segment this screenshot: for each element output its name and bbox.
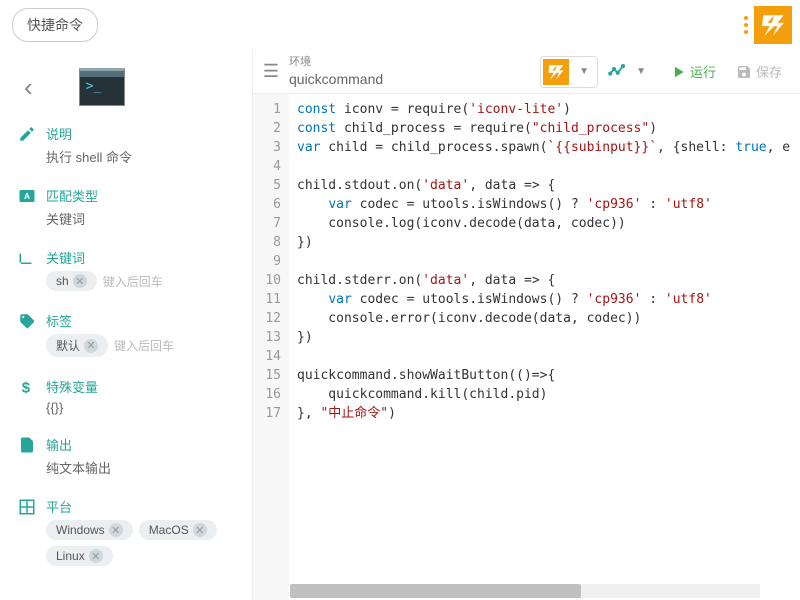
svg-text:A: A bbox=[24, 192, 30, 201]
section-title: 特殊变量 bbox=[46, 377, 98, 396]
ruler-icon bbox=[18, 249, 36, 267]
menu-icon[interactable]: ☰ bbox=[253, 61, 289, 82]
run-label: 运行 bbox=[690, 62, 716, 81]
env-name: quickcommand bbox=[289, 70, 383, 88]
chart-button[interactable]: ▼ bbox=[598, 63, 662, 81]
remove-tag-icon[interactable]: ✕ bbox=[73, 274, 87, 288]
svg-text:$: $ bbox=[22, 379, 31, 396]
env-label: 环境 bbox=[289, 55, 383, 69]
remove-tag-icon[interactable]: ✕ bbox=[84, 339, 98, 353]
section-labels: 标签 默认 ✕ 键入后回车 bbox=[18, 311, 240, 357]
keyword-tag[interactable]: sh ✕ bbox=[46, 271, 97, 291]
chevron-down-icon: ▼ bbox=[573, 66, 595, 77]
command-icon bbox=[79, 68, 125, 106]
output-value[interactable]: 纯文本输出 bbox=[18, 458, 240, 477]
section-output: 输出 纯文本输出 bbox=[18, 435, 240, 477]
tag-label: Windows bbox=[56, 523, 105, 537]
code-content[interactable]: const iconv = require('iconv-lite')const… bbox=[289, 94, 800, 600]
tag-label: MacOS bbox=[149, 523, 189, 537]
grid-icon bbox=[18, 498, 36, 516]
description-value[interactable]: 执行 shell 命令 bbox=[18, 147, 240, 166]
section-title: 说明 bbox=[46, 124, 72, 143]
menu-dots-icon[interactable] bbox=[744, 16, 748, 34]
letter-a-icon: A bbox=[18, 187, 36, 205]
line-gutter: 1234567891011121314151617 bbox=[253, 94, 289, 600]
platform-tag[interactable]: Windows ✕ bbox=[46, 520, 133, 540]
section-title: 匹配类型 bbox=[46, 186, 98, 205]
match-type-value[interactable]: 关键词 bbox=[18, 209, 240, 228]
input-hint[interactable]: 键入后回车 bbox=[114, 337, 174, 354]
app-title: 快捷命令 bbox=[12, 8, 98, 42]
horizontal-scrollbar[interactable] bbox=[290, 584, 760, 598]
back-button[interactable]: ‹ bbox=[18, 72, 39, 103]
section-match-type: A 匹配类型 关键词 bbox=[18, 186, 240, 228]
run-button[interactable]: 运行 bbox=[662, 62, 726, 81]
save-label: 保存 bbox=[756, 62, 782, 81]
label-tag[interactable]: 默认 ✕ bbox=[46, 334, 108, 357]
pencil-icon bbox=[18, 125, 36, 143]
save-button[interactable]: 保存 bbox=[726, 62, 792, 81]
editor-area: ☰ 环境 quickcommand ▼ ▼ 运行 保存 12 bbox=[252, 50, 800, 600]
tag-label: sh bbox=[56, 274, 69, 288]
platform-tag[interactable]: MacOS ✕ bbox=[139, 520, 217, 540]
section-title: 输出 bbox=[46, 435, 72, 454]
remove-tag-icon[interactable]: ✕ bbox=[89, 549, 103, 563]
app-logo bbox=[744, 6, 792, 44]
section-title: 平台 bbox=[46, 497, 72, 516]
tag-label: Linux bbox=[56, 549, 85, 563]
section-vars: $ 特殊变量 {{}} bbox=[18, 377, 240, 415]
dollar-icon: $ bbox=[18, 378, 36, 396]
editor-toolbar: ☰ 环境 quickcommand ▼ ▼ 运行 保存 bbox=[253, 50, 800, 94]
vars-value[interactable]: {{}} bbox=[18, 400, 240, 415]
section-platform: 平台 Windows ✕ MacOS ✕ Linux ✕ bbox=[18, 497, 240, 566]
section-title: 标签 bbox=[46, 311, 72, 330]
section-keywords: 关键词 sh ✕ 键入后回车 bbox=[18, 248, 240, 291]
remove-tag-icon[interactable]: ✕ bbox=[193, 523, 207, 537]
code-editor[interactable]: 1234567891011121314151617 const iconv = … bbox=[253, 94, 800, 600]
remove-tag-icon[interactable]: ✕ bbox=[109, 523, 123, 537]
language-icon bbox=[543, 59, 569, 85]
section-title: 关键词 bbox=[46, 248, 85, 267]
document-icon bbox=[18, 436, 36, 454]
tag-label: 默认 bbox=[56, 337, 80, 354]
tag-icon bbox=[18, 312, 36, 330]
scrollbar-thumb[interactable] bbox=[290, 584, 581, 598]
platform-tag[interactable]: Linux ✕ bbox=[46, 546, 113, 566]
brand-icon bbox=[754, 6, 792, 44]
input-hint[interactable]: 键入后回车 bbox=[103, 273, 163, 290]
sidebar: ‹ 说明 执行 shell 命令 A 匹配类型 关键词 关键词 sh ✕ bbox=[0, 50, 252, 600]
language-selector[interactable]: ▼ bbox=[540, 56, 598, 88]
chevron-down-icon: ▼ bbox=[630, 66, 652, 77]
section-description: 说明 执行 shell 命令 bbox=[18, 124, 240, 166]
